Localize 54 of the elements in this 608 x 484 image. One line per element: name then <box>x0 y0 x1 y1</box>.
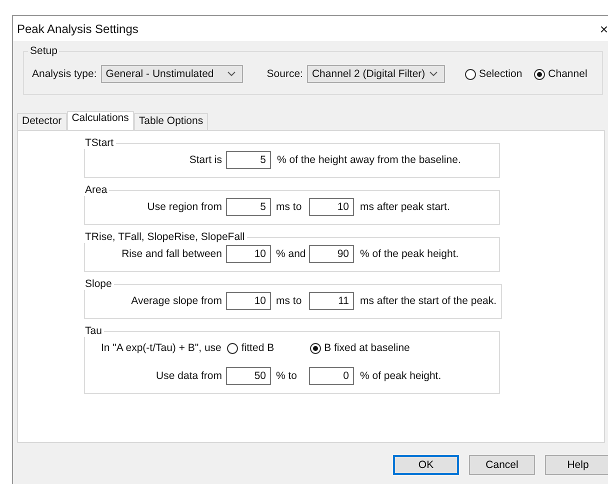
field-label: ms after the start of the peak. <box>359 295 497 307</box>
field-label: % and <box>275 248 307 260</box>
radio-button[interactable] <box>310 342 322 354</box>
field-label: Source: <box>266 68 303 80</box>
dialog-button[interactable]: Cancel <box>469 455 535 475</box>
radio-button[interactable] <box>464 68 476 80</box>
group-title: TStart <box>84 137 115 149</box>
field-label: Analysis type: <box>32 68 97 80</box>
field-label: Rise and fall between <box>120 248 223 260</box>
number-field[interactable]: 10 <box>226 245 271 263</box>
number-field[interactable]: 5 <box>226 151 271 169</box>
dialog-button[interactable]: Help <box>545 455 608 475</box>
field-label: Average slope from <box>130 295 223 307</box>
field-label: ms to <box>275 295 303 307</box>
radio-label: Selection <box>478 68 522 80</box>
group-title: Tau <box>84 325 103 337</box>
field-label: % to <box>275 370 298 382</box>
radio-option[interactable]: Channel <box>534 68 588 80</box>
group-title: TRise, TFall, SlopeRise, SlopeFall <box>84 231 246 243</box>
number-field[interactable]: 11 <box>309 292 354 310</box>
close-button[interactable]: × <box>600 20 608 36</box>
number-field[interactable]: 50 <box>226 367 271 385</box>
number-field[interactable]: 0 <box>309 367 354 385</box>
field-label: Use data from <box>155 370 223 382</box>
source-dropdown[interactable]: Channel 2 (Digital Filter) <box>306 65 445 83</box>
radio-button[interactable] <box>227 342 238 354</box>
chevron-down-icon <box>428 71 438 77</box>
field-label: Use region from <box>146 201 223 213</box>
number-field[interactable]: 10 <box>226 292 271 310</box>
field-label: % of peak height. <box>359 370 442 382</box>
group-title: Slope <box>84 278 113 290</box>
radio-label: fitted B <box>241 342 274 354</box>
chevron-down-icon <box>226 71 236 77</box>
radio-label: Channel <box>548 68 588 80</box>
group-title: Setup <box>29 45 58 57</box>
tab[interactable]: Table Options <box>134 113 208 130</box>
field-label: Start is <box>188 154 223 166</box>
dialog-button[interactable]: OK <box>393 455 459 475</box>
group-title: Area <box>84 184 108 196</box>
tab[interactable]: Calculations <box>66 111 134 130</box>
radio-option[interactable]: fitted B <box>227 342 274 354</box>
field-label: ms to <box>275 201 303 213</box>
field-label: % of the height away from the baseline. <box>276 154 461 166</box>
number-field[interactable]: 5 <box>226 198 271 216</box>
number-field[interactable]: 10 <box>309 198 354 216</box>
tab[interactable]: Detector <box>17 113 67 130</box>
radio-option[interactable]: Selection <box>464 68 522 80</box>
analysis-type-dropdown[interactable]: General - Unstimulated <box>100 65 243 83</box>
number-field[interactable]: 90 <box>309 245 354 263</box>
field-label: In "A exp(-t/Tau) + B", use <box>101 342 222 354</box>
field-label: ms after peak start. <box>359 201 450 213</box>
field-label: % of the peak height. <box>359 248 459 260</box>
window-title: Peak Analysis Settings <box>17 22 138 36</box>
radio-button[interactable] <box>534 68 546 80</box>
